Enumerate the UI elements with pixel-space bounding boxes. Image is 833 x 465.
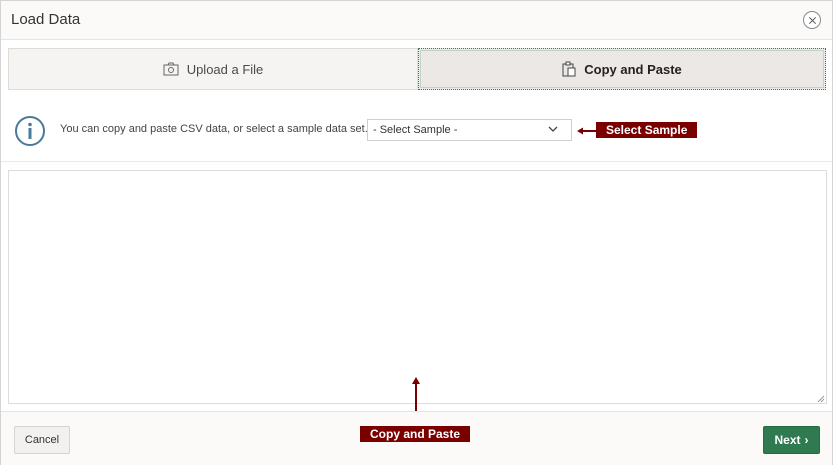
tab-upload-label: Upload a File: [186, 61, 264, 77]
copy-and-paste-callout: Copy and Paste: [360, 426, 471, 442]
cancel-button[interactable]: Cancel: [14, 426, 70, 454]
paste-data-textarea[interactable]: [8, 170, 827, 404]
next-button[interactable]: Next ›: [763, 426, 820, 454]
tab-paste-label: Copy and Paste: [584, 61, 682, 77]
tab-copy-and-paste[interactable]: Copy and Paste: [418, 48, 826, 90]
dialog-title: Load Data: [11, 11, 81, 28]
load-data-dialog: Load Data Upload a File Copy and Paste Y…: [0, 0, 833, 465]
chevron-down-icon: [548, 126, 558, 132]
info-icon: [15, 116, 45, 146]
info-text: You can copy and paste CSV data, or sele…: [60, 123, 368, 135]
select-sample-arrow: [577, 127, 597, 135]
sample-select[interactable]: - Select Sample -: [367, 119, 572, 141]
sample-select-value: - Select Sample -: [373, 124, 458, 136]
tab-upload-a-file[interactable]: Upload a File: [8, 48, 418, 90]
source-tabs: Upload a File Copy and Paste: [8, 48, 826, 90]
info-row: You can copy and paste CSV data, or sele…: [1, 101, 832, 162]
clipboard-icon: [562, 61, 576, 77]
select-sample-callout: Select Sample: [596, 122, 698, 138]
close-icon[interactable]: [803, 11, 821, 29]
upload-file-icon: [163, 62, 179, 76]
dialog-titlebar: Load Data: [1, 1, 832, 40]
next-button-label: Next: [774, 433, 801, 447]
cancel-button-label: Cancel: [24, 434, 60, 446]
chevron-right-icon: ›: [804, 433, 809, 447]
resize-grip-icon[interactable]: [817, 395, 825, 403]
